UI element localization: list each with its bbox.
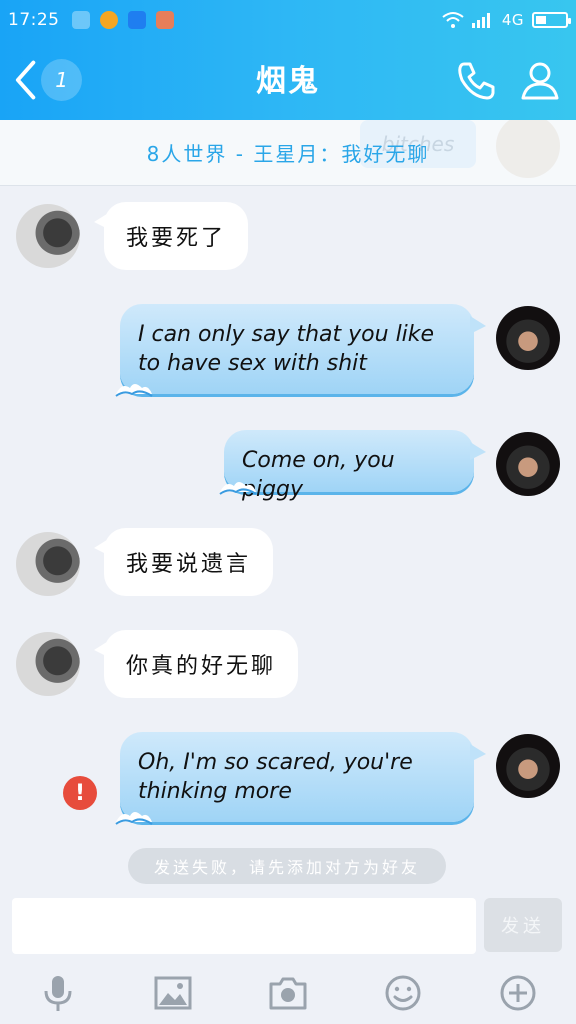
battery-icon — [532, 12, 571, 28]
message-input[interactable] — [12, 898, 476, 954]
status-bar: 17:25 4G — [0, 0, 576, 40]
contact-avatar[interactable] — [16, 204, 80, 268]
status-right: 4G — [442, 11, 571, 29]
signal-icon — [471, 13, 490, 28]
message-text-line: to have sex with shit — [138, 351, 367, 376]
wave-decoration-icon — [115, 384, 153, 397]
my-avatar[interactable] — [496, 734, 560, 798]
message-text-line: Oh, I'm so scared, you're — [138, 750, 413, 775]
system-tip: 发送失败，请先添加对方为好友 — [128, 848, 446, 884]
camera-icon — [269, 977, 307, 1010]
emoji-icon — [385, 975, 421, 1011]
message-text-line: I can only say that you like — [138, 322, 435, 347]
input-toolbar — [0, 962, 576, 1024]
message-text: 你真的好无聊 — [126, 654, 277, 679]
wifi-icon — [442, 12, 464, 28]
contact-avatar[interactable] — [16, 532, 80, 596]
status-notification-icons — [71, 11, 174, 29]
microphone-icon — [44, 976, 72, 1011]
user-icon — [521, 62, 559, 100]
wave-decoration-icon — [115, 812, 153, 825]
message-text-line: thinking more — [138, 779, 292, 804]
call-button[interactable] — [454, 58, 498, 102]
incoming-message-bubble[interactable]: 我要死了 — [93, 202, 249, 270]
camera-notification-icon — [155, 11, 174, 29]
app-notification-icon — [71, 11, 90, 29]
scan-notification-icon — [127, 11, 146, 29]
group-notice-text: 8人世界 - 王星月：我好无聊 — [146, 142, 430, 166]
exclamation-icon[interactable]: ! — [63, 776, 97, 810]
camera-button[interactable] — [264, 969, 312, 1017]
more-button[interactable] — [494, 969, 542, 1017]
message-text: 我要说遗言 — [126, 552, 252, 577]
outgoing-message-bubble[interactable]: Oh, I'm so scared, you're thinking more — [115, 732, 486, 825]
status-time: 17:25 — [8, 10, 60, 30]
incoming-message-bubble[interactable]: 我要说遗言 — [93, 528, 274, 596]
input-area: 发送 — [0, 890, 576, 1024]
phone-icon — [458, 62, 495, 100]
wave-decoration-icon — [219, 482, 257, 495]
image-icon — [154, 976, 192, 1010]
group-notice-bar[interactable]: bitches 8人世界 - 王星月：我好无聊 — [0, 120, 576, 186]
outgoing-message-bubble[interactable]: I can only say that you like to have sex… — [115, 304, 486, 397]
plus-icon — [500, 975, 536, 1011]
contact-avatar[interactable] — [16, 632, 80, 696]
image-button[interactable] — [149, 969, 197, 1017]
incoming-message-bubble[interactable]: 你真的好无聊 — [93, 630, 299, 698]
my-avatar[interactable] — [496, 306, 560, 370]
emoji-button[interactable] — [379, 969, 427, 1017]
voice-button[interactable] — [34, 969, 82, 1017]
outgoing-message-bubble[interactable]: Come on, you piggy — [219, 430, 486, 502]
message-text: 我要死了 — [126, 226, 227, 251]
send-button[interactable]: 发送 — [484, 898, 562, 952]
network-type: 4G — [501, 11, 524, 29]
browser-notification-icon — [99, 11, 118, 29]
message-text-line: Come on, you piggy — [242, 448, 395, 502]
my-avatar[interactable] — [496, 432, 560, 496]
nav-bar: 1 烟鬼 — [0, 40, 576, 120]
header: 17:25 4G 1 烟鬼 — [0, 0, 576, 120]
profile-button[interactable] — [518, 58, 562, 102]
